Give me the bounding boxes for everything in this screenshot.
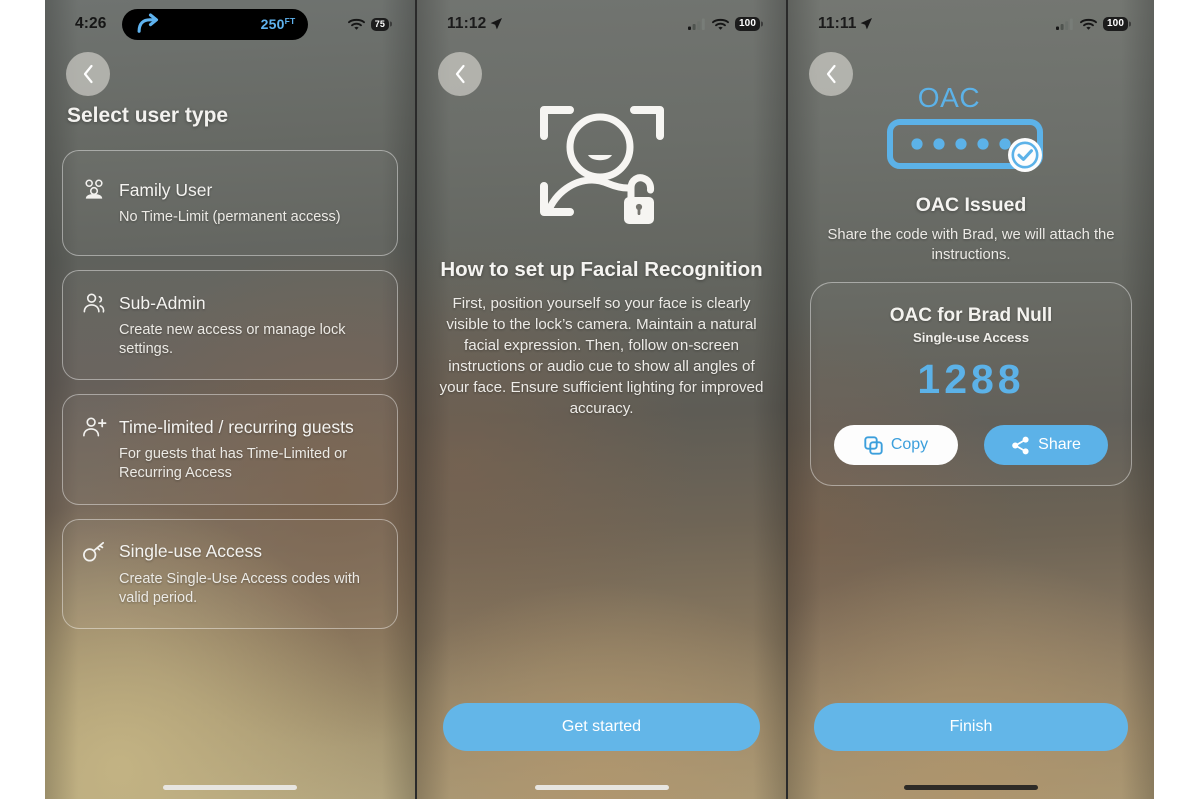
oac-code-card: OAC for Brad Null Single-use Access 1288…	[810, 282, 1132, 487]
page-title: How to set up Facial Recognition	[440, 258, 763, 281]
wifi-icon	[1080, 18, 1097, 30]
copy-button[interactable]: Copy	[834, 425, 958, 466]
code-heading: OAC for Brad Null	[889, 305, 1053, 327]
page-title: OAC Issued	[915, 194, 1027, 216]
family-users-icon	[85, 179, 103, 200]
code-access-type: Single-use Access	[912, 330, 1030, 346]
key-icon	[83, 541, 105, 562]
share-nodes-icon	[1012, 436, 1029, 455]
copy-label: Copy	[890, 436, 929, 454]
status-time: 4:26	[75, 15, 107, 32]
share-label: Share	[1038, 436, 1081, 454]
card-subtitle: Create new access or manage lock setting…	[119, 322, 346, 358]
user-type-card-time-limited-guests[interactable]: Time-limited / recurring guests For gues…	[62, 394, 398, 505]
chevron-left-icon	[455, 64, 465, 84]
user-type-card-single-use-access[interactable]: Single-use Access Create Single-Use Acce…	[62, 518, 398, 629]
hero-illustration	[417, 100, 786, 232]
home-indicator[interactable]	[534, 785, 669, 790]
battery-icon: 100	[1103, 17, 1128, 31]
screenshot-stage: 4:26 250FT 75 Select user type Family Us…	[0, 0, 1200, 799]
card-title: Time-limited / recurring guests	[119, 416, 354, 437]
user-plus-icon	[83, 417, 107, 437]
status-time: 11:11	[818, 15, 857, 32]
status-bar: 4:26 250FT 75	[45, 0, 415, 48]
phone-screen-select-user-type: 4:26 250FT 75 Select user type Family Us…	[45, 0, 415, 799]
card-title: Single-use Access	[119, 541, 262, 561]
dynamic-island-navigation[interactable]: 250FT	[122, 8, 309, 40]
card-subtitle: No Time-Limit (permanent access)	[119, 209, 341, 226]
page-title: Select user type	[67, 104, 229, 127]
back-button[interactable]	[809, 52, 853, 96]
cellular-bars-icon	[1056, 18, 1073, 30]
card-title: Sub-Admin	[119, 292, 206, 313]
status-time: 11:12	[447, 15, 487, 32]
battery-icon: 100	[735, 17, 760, 31]
get-started-button[interactable]: Get started	[443, 703, 760, 751]
location-arrow-icon	[861, 18, 873, 30]
user-type-card-list: Family User No Time-Limit (permanent acc…	[62, 150, 398, 629]
status-bar: 11:11 100	[788, 0, 1154, 48]
back-button[interactable]	[66, 52, 110, 96]
code-action-buttons: Copy Share	[829, 425, 1113, 466]
page-subtitle: Share the code with Brad, we will attach…	[827, 227, 1115, 263]
hero-illustration: OAC	[788, 82, 1154, 176]
sub-admin-user-icon	[83, 293, 105, 313]
copy-icon	[864, 436, 883, 455]
finish-button[interactable]: Finish	[814, 703, 1128, 751]
wifi-icon	[712, 18, 729, 30]
phone-screen-oac-issued: 11:11 100 OAC OAC Issued Share the code …	[788, 0, 1154, 799]
user-type-card-family-user[interactable]: Family User No Time-Limit (permanent acc…	[62, 150, 398, 256]
island-distance: 250FT	[260, 16, 296, 32]
passcode-field-check-icon	[887, 119, 1043, 172]
user-type-card-sub-admin[interactable]: Sub-Admin Create new access or manage lo…	[62, 270, 398, 381]
back-button[interactable]	[438, 52, 482, 96]
navigation-arrow-icon	[137, 13, 159, 33]
home-indicator[interactable]	[904, 785, 1038, 790]
location-arrow-icon	[490, 18, 503, 30]
card-subtitle: For guests that has Time-Limited or Recu…	[119, 446, 348, 482]
card-subtitle: Create Single-Use Access codes with vali…	[119, 570, 360, 606]
share-button[interactable]: Share	[984, 425, 1108, 466]
wifi-icon	[347, 18, 365, 30]
phone-screen-facial-recognition: 11:12 100 How to set up Facial Recogniti…	[417, 0, 786, 799]
cellular-bars-icon	[688, 18, 705, 30]
phone-screens-strip: 4:26 250FT 75 Select user type Family Us…	[45, 0, 1154, 799]
card-title: Family User	[119, 179, 213, 200]
home-indicator[interactable]	[163, 785, 297, 790]
instructions-text: First, position yourself so your face is…	[439, 295, 764, 417]
battery-icon: 75	[370, 17, 389, 31]
chevron-left-icon	[826, 64, 836, 84]
face-scan-unlock-icon	[539, 106, 664, 224]
status-bar: 11:12 100	[417, 0, 786, 48]
chevron-left-icon	[83, 64, 93, 84]
access-code-value: 1288	[917, 356, 1025, 403]
